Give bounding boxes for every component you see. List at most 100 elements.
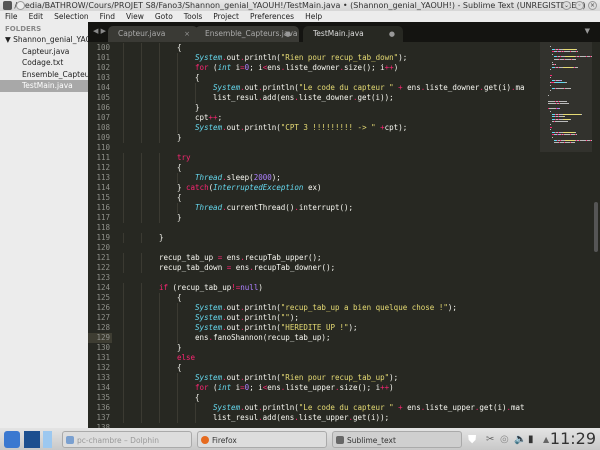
task-firefox[interactable]: Firefox — [197, 431, 327, 448]
line-number: 106 — [96, 103, 110, 112]
code-line: 115 { — [88, 193, 540, 203]
code-text: System.out.println("Rien pour recup_tab_… — [195, 53, 407, 63]
volume-icon[interactable]: 🔈 — [514, 431, 526, 448]
indent-guide — [123, 103, 124, 113]
indent-guide — [141, 93, 142, 103]
code-token: out — [226, 313, 241, 322]
code-line: 108 System.out.println("CPT 3 !!!!!!!!! -… — [88, 123, 540, 133]
task-sublime[interactable]: Sublime_text — [332, 431, 462, 448]
indent-guide — [177, 323, 178, 333]
indent-guide — [177, 63, 178, 73]
code-token: ; — [217, 113, 223, 122]
code-editor[interactable]: 100 {101 System.out.println("Rien pour rec… — [88, 42, 540, 428]
code-line: 121 recup_tab_up = ens.recupTab_upper(); — [88, 253, 540, 263]
clock[interactable]: 11:29 — [550, 429, 596, 449]
indent-guide — [141, 163, 142, 173]
task-dolphin[interactable]: pc-chambre – Dolphin — [62, 431, 192, 448]
indent-guide — [123, 113, 124, 123]
code-line: 127 System.out.println(""); — [88, 313, 540, 323]
code-text: ens.fanoShannon(recup_tab_up); — [195, 333, 330, 343]
line-number: 125 — [96, 293, 110, 302]
firefox-icon — [201, 436, 209, 444]
indent-guide — [141, 313, 142, 323]
code-line: 119} — [88, 233, 540, 243]
desktop-icon[interactable] — [24, 431, 40, 448]
menu-help[interactable]: Help — [305, 11, 322, 22]
tab-dropdown-icon[interactable]: ▼ — [585, 27, 590, 35]
code-text: System.out.println("Le code du capteur "… — [213, 83, 525, 93]
minimap-mark — [576, 51, 578, 53]
minimap-mark — [564, 56, 575, 58]
code-token: ); — [389, 373, 399, 382]
indent-guide — [141, 73, 142, 83]
close-button[interactable]: × — [588, 1, 597, 10]
sidebar-file[interactable]: Ensemble_Capteurs.java — [0, 69, 88, 81]
line-number: 101 — [96, 53, 110, 62]
code-token: System — [195, 303, 223, 312]
minimap-mark — [550, 111, 551, 112]
menu-goto[interactable]: Goto — [155, 11, 173, 22]
code-text: { — [195, 393, 200, 403]
menu-find[interactable]: Find — [100, 11, 115, 22]
tab-label: Ensemble_Capteurs.java — [205, 29, 298, 38]
code-line: 105 list_resul.add(ens.liste_downer.get(i… — [88, 93, 540, 103]
scissors-icon[interactable]: ✂ — [486, 431, 494, 448]
menu-tools[interactable]: Tools — [184, 11, 202, 22]
indent-guide — [141, 403, 142, 413]
code-token: println( — [244, 303, 281, 312]
code-line: 130} — [88, 343, 540, 353]
minimap-mark — [548, 95, 549, 97]
tab-nav-arrows[interactable]: ◀ ▶ — [93, 27, 106, 35]
menu-edit[interactable]: Edit — [29, 11, 44, 22]
minimap-mark — [574, 131, 576, 133]
code-text: if (recup_tab_up!=null) — [159, 283, 263, 293]
code-token: int — [217, 63, 232, 72]
sidebar-folder[interactable]: ▼ Shannon_genial_YAOUH! — [0, 34, 88, 46]
code-text: } — [195, 103, 200, 113]
menu-file[interactable]: File — [5, 11, 18, 22]
tab-ensemble-capteurs-java[interactable]: Ensemble_Capteurs.java ● — [195, 26, 299, 42]
scrollbar[interactable] — [592, 42, 600, 428]
indent-guide — [177, 303, 178, 313]
indent-guide — [159, 363, 160, 373]
menu-preferences[interactable]: Preferences — [250, 11, 294, 22]
shield-icon[interactable]: ⛊ — [468, 431, 476, 448]
pager-icon[interactable] — [43, 431, 52, 448]
code-token: ens — [267, 383, 281, 392]
sidebar-file[interactable]: TestMain.java — [0, 80, 88, 92]
tab-modified-icon[interactable]: ● — [285, 26, 291, 42]
tab-close-icon[interactable]: × — [184, 26, 190, 42]
start-menu-icon[interactable] — [4, 431, 20, 448]
minimap-mark — [549, 108, 556, 110]
tab-testmain-java[interactable]: TestMain.java ● — [303, 26, 403, 42]
minimize-button[interactable]: ⌄ — [562, 1, 571, 10]
scrollbar-thumb[interactable] — [594, 202, 598, 252]
minimap-mark — [550, 69, 551, 71]
menu-selection[interactable]: Selection — [54, 11, 89, 22]
indent-guide — [141, 133, 142, 143]
code-line: 135 { — [88, 393, 540, 403]
maximize-button[interactable]: ◦ — [575, 1, 584, 10]
indent-guide — [159, 203, 160, 213]
code-token: try — [177, 153, 191, 162]
minimap-mark — [562, 131, 575, 133]
battery-icon[interactable]: ▮ — [528, 431, 534, 448]
minimap[interactable] — [540, 42, 592, 428]
tray-expand-icon[interactable]: ▲ — [543, 431, 549, 448]
minimap-mark — [563, 116, 565, 118]
code-token: liste_downer — [285, 63, 340, 72]
tab-capteur-java[interactable]: Capteur.java × — [108, 26, 198, 42]
code-line: 134 for (int i=0; i<ens.liste_upper.size(… — [88, 383, 540, 393]
sidebar-file[interactable]: Codage.txt — [0, 57, 88, 69]
tab-modified-icon[interactable]: ● — [389, 26, 395, 42]
code-token: liste_downer — [298, 93, 353, 102]
sidebar-file[interactable]: Capteur.java — [0, 46, 88, 58]
network-icon[interactable]: ◎ — [500, 431, 509, 448]
code-token: ens — [402, 83, 421, 92]
menu-view[interactable]: View — [126, 11, 144, 22]
line-number: 118 — [96, 223, 110, 232]
code-token: { — [177, 363, 182, 372]
pin-button[interactable] — [16, 1, 25, 10]
minimap-mark — [554, 82, 565, 84]
menu-project[interactable]: Project — [213, 11, 239, 22]
